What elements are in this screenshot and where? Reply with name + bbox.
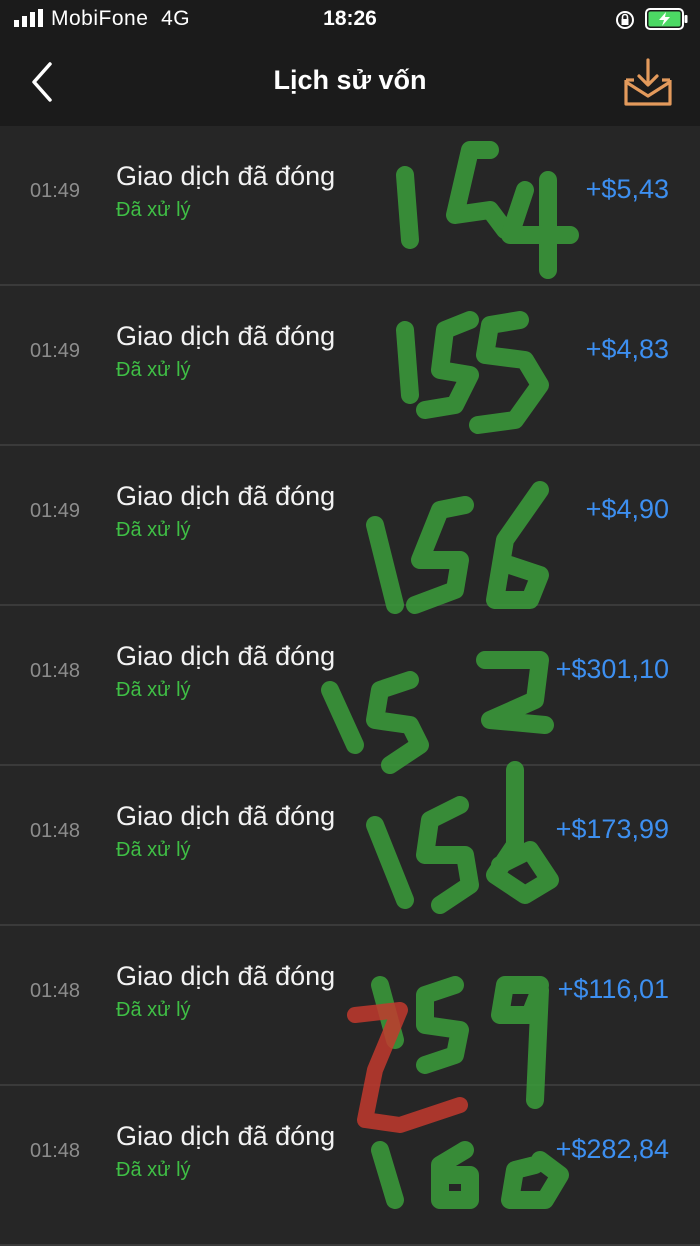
rotation-lock-icon bbox=[616, 11, 634, 29]
transaction-time: 01:49 bbox=[30, 500, 81, 522]
transaction-row[interactable]: 01:49 Giao dịch đã đóng Đã xử lý +$5,43 bbox=[0, 126, 700, 286]
battery-charging-icon bbox=[645, 8, 688, 30]
transaction-row[interactable]: 01:49 Giao dịch đã đóng Đã xử lý +$4,90 bbox=[0, 446, 700, 606]
transaction-status: Đã xử lý bbox=[116, 519, 191, 541]
transaction-name: Giao dịch đã đóng bbox=[116, 801, 336, 831]
transaction-time: 01:49 bbox=[30, 180, 81, 202]
transaction-name: Giao dịch đã đóng bbox=[116, 961, 336, 991]
transaction-row[interactable]: 01:49 Giao dịch đã đóng Đã xử lý +$4,83 bbox=[0, 286, 700, 446]
transaction-amount: +$116,01 bbox=[557, 974, 669, 1004]
transaction-amount: +$282,84 bbox=[555, 1134, 669, 1164]
transaction-row[interactable]: 01:48 Giao dịch đã đóng Đã xử lý +$116,0… bbox=[0, 926, 700, 1086]
transaction-amount: +$4,90 bbox=[585, 494, 669, 524]
transaction-name: Giao dịch đã đóng bbox=[116, 481, 336, 511]
transaction-status: Đã xử lý bbox=[116, 359, 191, 381]
transaction-status: Đã xử lý bbox=[116, 1159, 191, 1181]
transaction-status: Đã xử lý bbox=[116, 199, 191, 221]
page-title: Lịch sử vốn bbox=[273, 65, 427, 95]
status-clock: 18:26 bbox=[323, 7, 377, 30]
transaction-amount: +$301,10 bbox=[555, 654, 669, 684]
transaction-name: Giao dịch đã đóng bbox=[116, 1121, 336, 1151]
navigation-bar: Lịch sử vốn bbox=[0, 40, 700, 126]
transaction-list[interactable]: 01:49 Giao dịch đã đóng Đã xử lý +$5,43 … bbox=[0, 126, 700, 1246]
status-bar: MobiFone 4G 18:26 bbox=[0, 0, 700, 40]
download-inbox-icon[interactable] bbox=[622, 58, 674, 108]
transaction-row[interactable]: 01:48 Giao dịch đã đóng Đã xử lý +$301,1… bbox=[0, 606, 700, 766]
transaction-amount: +$173,99 bbox=[555, 814, 669, 844]
transaction-status: Đã xử lý bbox=[116, 999, 191, 1021]
transaction-amount: +$5,43 bbox=[585, 174, 669, 204]
transaction-row[interactable]: 01:48 Giao dịch đã đóng Đã xử lý +$173,9… bbox=[0, 766, 700, 926]
transaction-name: Giao dịch đã đóng bbox=[116, 161, 336, 191]
transaction-status: Đã xử lý bbox=[116, 839, 191, 861]
transaction-name: Giao dịch đã đóng bbox=[116, 321, 336, 351]
transaction-name: Giao dịch đã đóng bbox=[116, 641, 336, 671]
transaction-time: 01:48 bbox=[30, 1140, 81, 1162]
transaction-time: 01:49 bbox=[30, 340, 81, 362]
transaction-time: 01:48 bbox=[30, 660, 81, 682]
transaction-row[interactable]: 01:48 Giao dịch đã đóng Đã xử lý +$282,8… bbox=[0, 1086, 700, 1246]
transaction-time: 01:48 bbox=[30, 820, 81, 842]
transaction-time: 01:48 bbox=[30, 980, 81, 1002]
transaction-amount: +$4,83 bbox=[585, 334, 669, 364]
transaction-status: Đã xử lý bbox=[116, 679, 191, 701]
